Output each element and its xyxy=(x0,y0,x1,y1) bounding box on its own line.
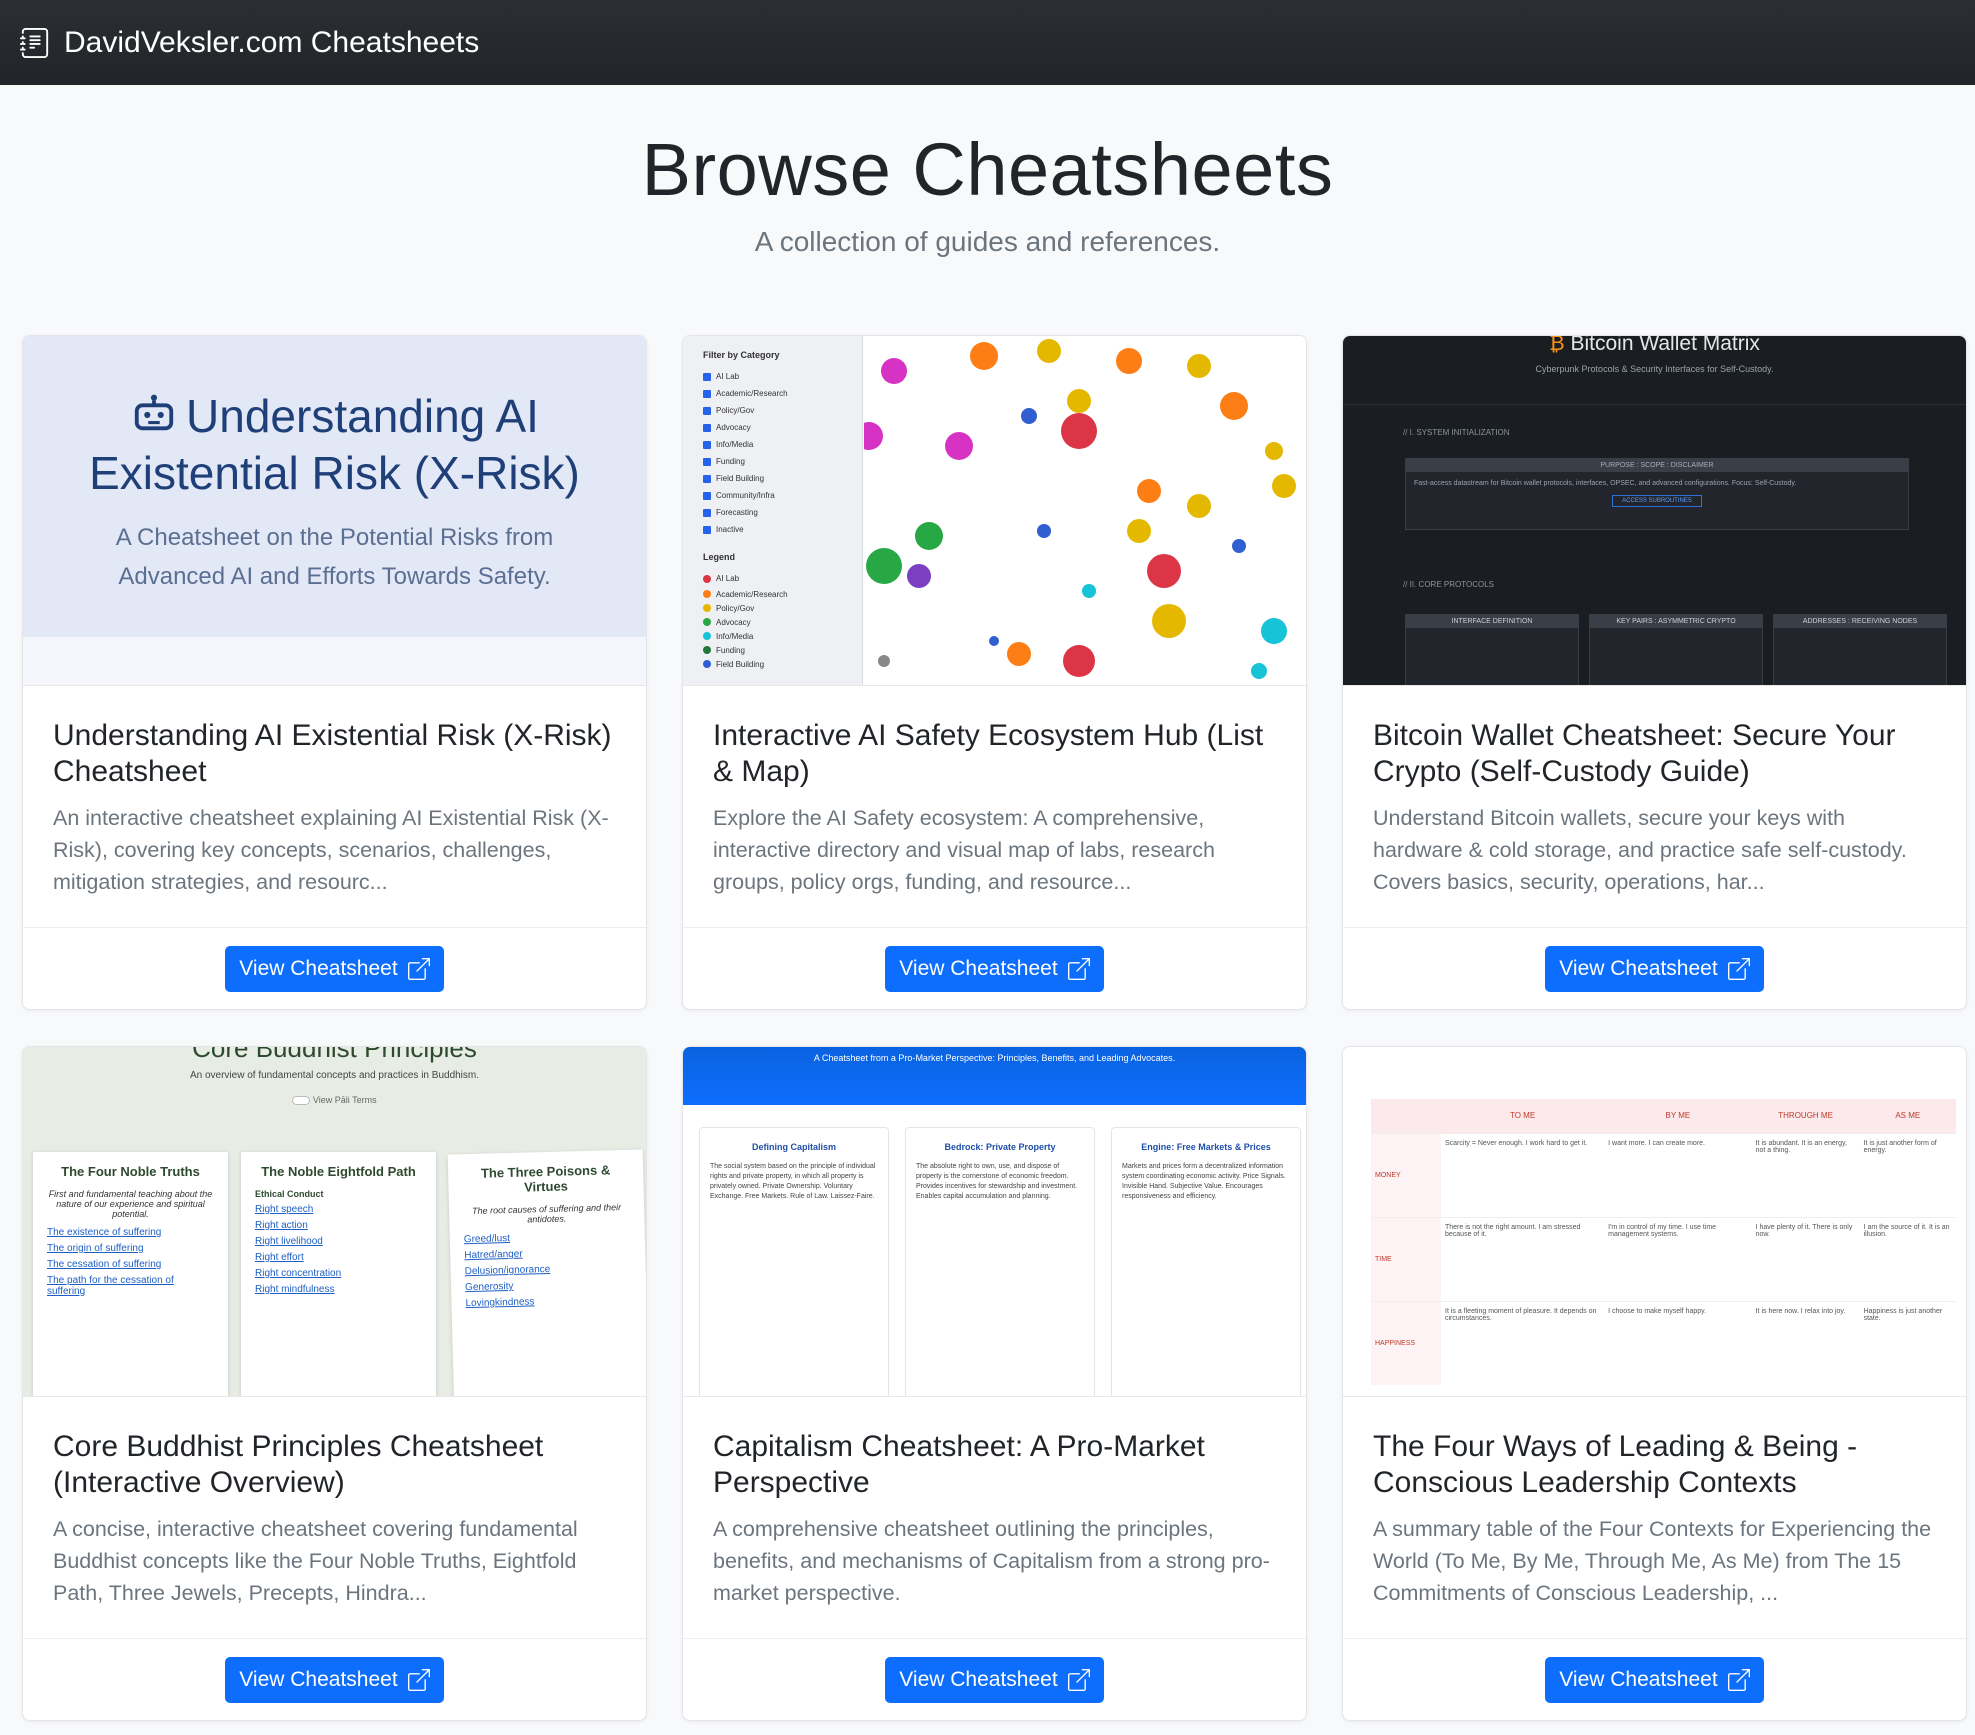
cheatsheet-grid: Understanding AI Existential Risk (X-Ris… xyxy=(22,335,1967,1721)
view-cheatsheet-button[interactable]: View Cheatsheet xyxy=(885,945,1104,992)
card-title: Understanding AI Existential Risk (X-Ris… xyxy=(53,719,612,788)
external-link-icon xyxy=(407,1668,430,1691)
page-title: Browse Cheatsheets xyxy=(641,128,1334,211)
card-thumbnail[interactable]: TO ME BY ME THROUGH ME AS ME MONEY Scarcity … xyxy=(1343,1047,1966,1397)
card-title: Core Buddhist Principles Cheatsheet (Int… xyxy=(53,1430,544,1499)
journal-text-icon xyxy=(20,27,49,58)
three-poisons-pane: The Three Poisons & Virtues The root cau… xyxy=(447,1149,646,1396)
external-link-icon xyxy=(1727,1668,1750,1691)
external-link-icon xyxy=(1067,1668,1090,1691)
navbar: DavidVeksler.com Cheatsheets xyxy=(0,0,1975,85)
thumbnail-banner: A Cheatsheet from a Pro-Market Perspecti… xyxy=(683,1047,1306,1105)
view-cheatsheet-button[interactable]: View Cheatsheet xyxy=(1545,1656,1764,1703)
filter-title: Filter by Category xyxy=(703,350,780,360)
card-title: Bitcoin Wallet Cheatsheet: Secure Your C… xyxy=(1373,719,1896,788)
cheatsheet-card: ₿ Bitcoin Wallet Matrix Cyberpunk Protoc… xyxy=(1342,335,1967,1010)
pali-toggle[interactable]: View Pāli Terms xyxy=(23,1095,646,1106)
external-link-icon xyxy=(407,957,430,980)
card-title: Capitalism Cheatsheet: A Pro-Market Pers… xyxy=(713,1430,1205,1499)
navbar-brand[interactable]: DavidVeksler.com Cheatsheets xyxy=(20,26,479,60)
bitcoin-icon: ₿ xyxy=(1549,336,1565,355)
cheatsheet-card: A Cheatsheet from a Pro-Market Perspecti… xyxy=(682,1046,1307,1721)
card-description: A concise, interactive cheatsheet coveri… xyxy=(53,1517,578,1605)
card-thumbnail[interactable]: Core Buddhist Principles An overview of … xyxy=(23,1047,646,1397)
eightfold-path-pane: The Noble Eightfold Path Ethical Conduct… xyxy=(241,1152,436,1396)
cheatsheet-card: TO ME BY ME THROUGH ME AS ME MONEY Scarcity … xyxy=(1342,1046,1967,1721)
card-description: A comprehensive cheatsheet outlining the… xyxy=(713,1517,1270,1605)
robot-icon xyxy=(134,394,174,431)
card-title: The Four Ways of Leading & Being - Consc… xyxy=(1373,1430,1858,1499)
legend-title: Legend xyxy=(703,552,736,562)
thumbnail-subheading: A Cheatsheet on the Potential Risks from… xyxy=(115,524,554,590)
card-thumbnail[interactable]: ₿ Bitcoin Wallet Matrix Cyberpunk Protoc… xyxy=(1343,336,1966,686)
thumbnail-heading: Core Buddhist Principles xyxy=(192,1047,477,1063)
view-cheatsheet-button[interactable]: View Cheatsheet xyxy=(885,1656,1104,1703)
cheatsheet-card: Filter by Category AI Lab Academic/Resea… xyxy=(682,335,1307,1010)
view-cheatsheet-button[interactable]: View Cheatsheet xyxy=(1545,945,1764,992)
view-cheatsheet-button[interactable]: View Cheatsheet xyxy=(225,1656,444,1703)
contexts-table: TO ME BY ME THROUGH ME AS ME MONEY Scarcity … xyxy=(1371,1099,1956,1385)
card-title: Interactive AI Safety Ecosystem Hub (Lis… xyxy=(713,719,1264,788)
external-link-icon xyxy=(1067,957,1090,980)
card-thumbnail[interactable]: Understanding AI Existential Risk (X-Ris… xyxy=(23,336,646,686)
page-subtitle: A collection of guides and references. xyxy=(754,226,1221,257)
thumbnail-subheading: Cyberpunk Protocols & Security Interface… xyxy=(1535,364,1774,374)
thumbnail-subheading: An overview of fundamental concepts and … xyxy=(189,1070,480,1081)
card-thumbnail[interactable]: Filter by Category AI Lab Academic/Resea… xyxy=(683,336,1306,686)
card-description: An interactive cheatsheet explaining AI … xyxy=(53,806,609,894)
filter-sidebar: Filter by Category AI Lab Academic/Resea… xyxy=(683,336,863,685)
external-link-icon xyxy=(1727,957,1750,980)
thumbnail-heading: Understanding AI Existential Risk (X-Ris… xyxy=(89,390,580,499)
ecosystem-map xyxy=(864,339,1296,679)
thumbnail-heading: ₿ Bitcoin Wallet Matrix xyxy=(1343,336,1966,356)
card-description: Explore the AI Safety ecosystem: A compr… xyxy=(713,806,1215,894)
four-noble-truths-pane: The Four Noble Truths First and fundamen… xyxy=(33,1152,228,1396)
view-cheatsheet-button[interactable]: View Cheatsheet xyxy=(225,945,444,992)
brand-text: DavidVeksler.com Cheatsheets xyxy=(64,25,480,59)
card-description: Understand Bitcoin wallets, secure your … xyxy=(1373,806,1907,894)
card-thumbnail[interactable]: A Cheatsheet from a Pro-Market Perspecti… xyxy=(683,1047,1306,1397)
card-description: A summary table of the Four Contexts for… xyxy=(1373,1517,1932,1605)
cheatsheet-card: Core Buddhist Principles An overview of … xyxy=(22,1046,647,1721)
cheatsheet-card: Understanding AI Existential Risk (X-Ris… xyxy=(22,335,647,1010)
